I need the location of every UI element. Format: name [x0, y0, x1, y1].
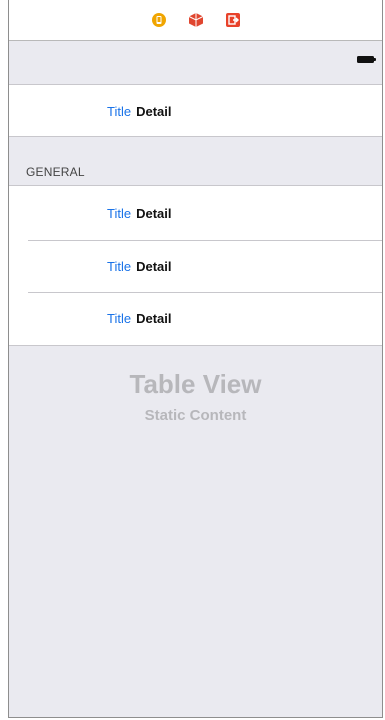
table-view-placeholder-subtitle: Static Content: [144, 407, 247, 424]
section-header-label: GENERAL: [26, 165, 85, 179]
cell-detail: Detail: [136, 205, 172, 221]
exit-icon[interactable]: [225, 12, 241, 28]
table-cell[interactable]: Title Detail: [9, 188, 382, 238]
cell-title: Title: [107, 103, 132, 119]
table-view-placeholder-title: Table View: [129, 369, 262, 399]
table-view-background: [9, 345, 382, 717]
table-cell[interactable]: Title Detail: [9, 86, 382, 136]
section-header: GENERAL: [9, 136, 382, 186]
cell-title: Title: [107, 258, 132, 274]
cell-detail: Detail: [136, 258, 172, 274]
cell-detail: Detail: [136, 103, 172, 119]
scene-dock: [9, 0, 382, 41]
view-controller-icon[interactable]: [151, 12, 167, 28]
cell-detail: Detail: [136, 310, 172, 326]
cell-title: Title: [107, 205, 132, 221]
view-controller-scene: Title Detail GENERAL Title Detail Title …: [8, 0, 383, 718]
cell-title: Title: [107, 310, 132, 326]
table-cell[interactable]: Title Detail: [9, 241, 382, 291]
table-cell[interactable]: Title Detail: [9, 293, 382, 343]
status-bar: [9, 41, 382, 85]
battery-icon: [357, 56, 376, 63]
first-responder-icon[interactable]: [188, 12, 204, 28]
